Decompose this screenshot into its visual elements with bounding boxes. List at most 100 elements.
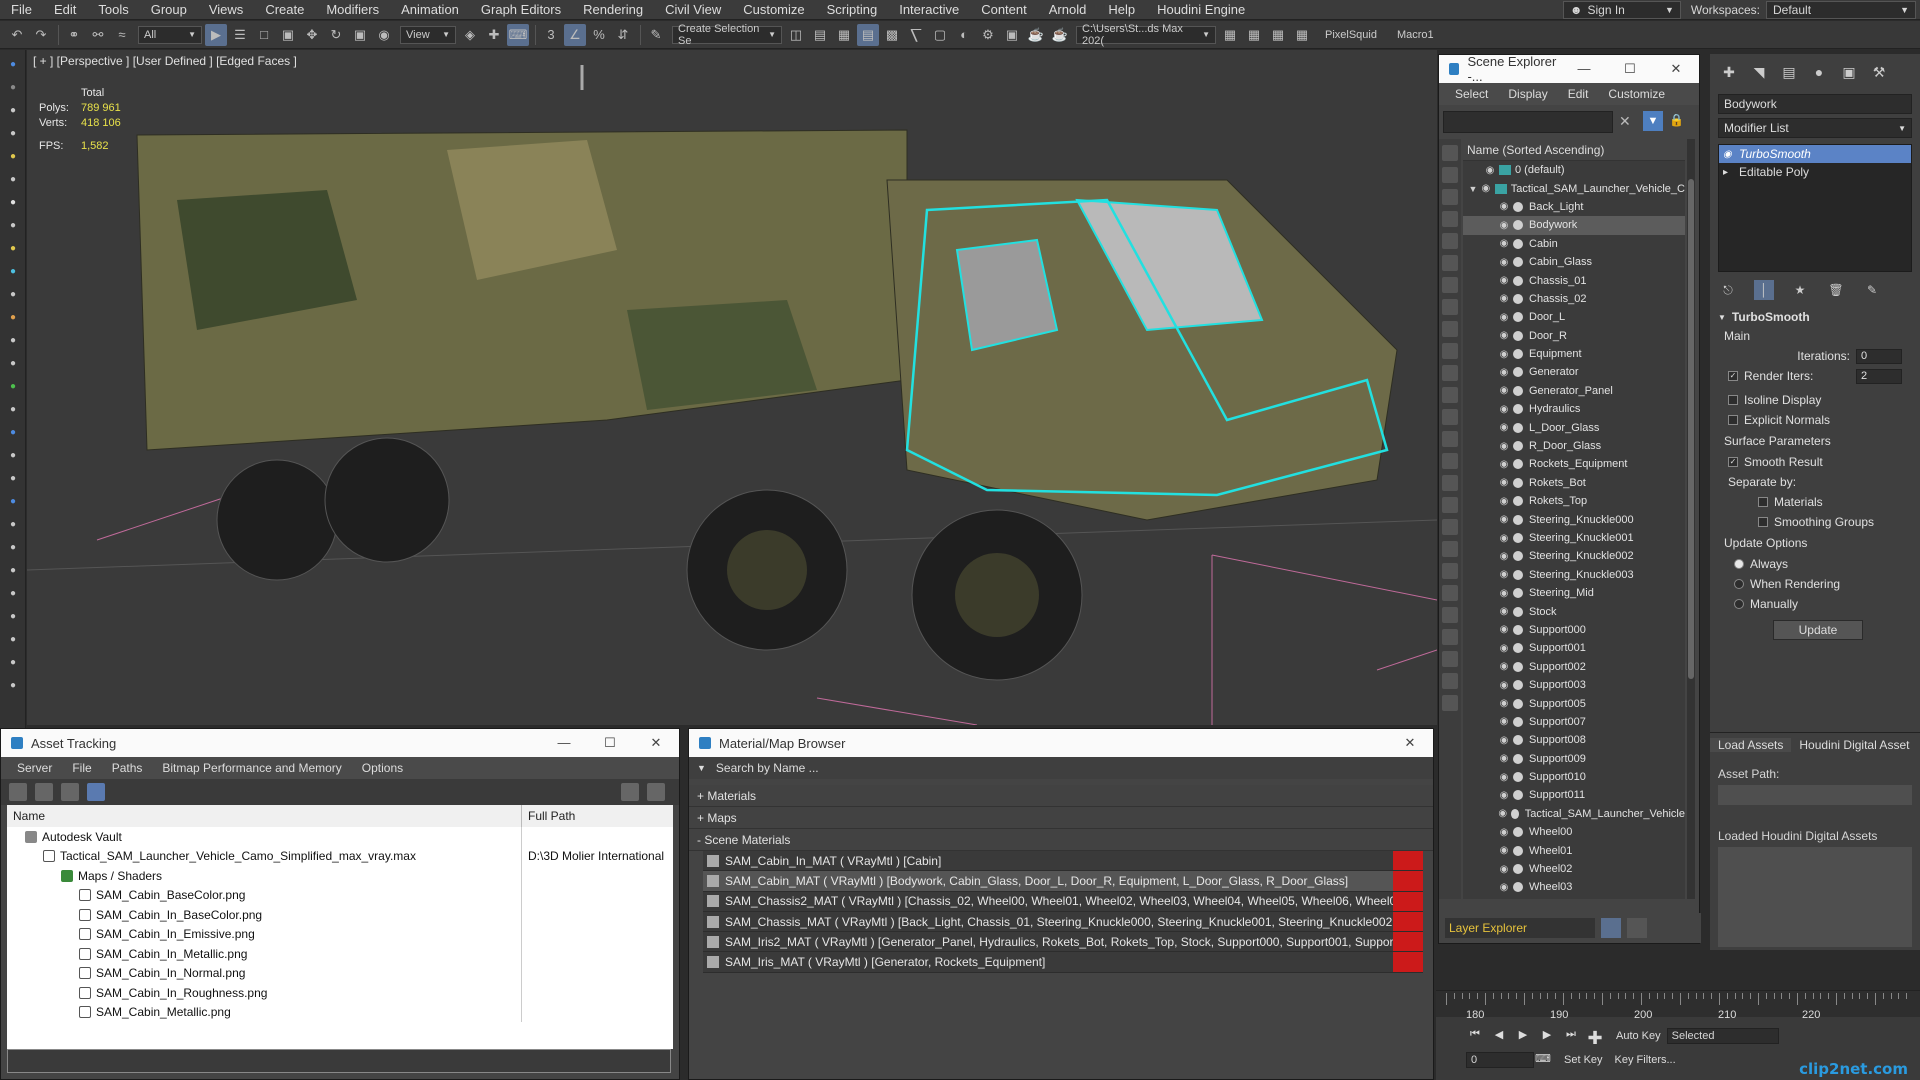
material-search-input[interactable]: ▼ Search by Name ... <box>689 757 1433 779</box>
explorer-tool-icon[interactable] <box>1442 695 1458 711</box>
menu-item-houdini-engine[interactable]: Houdini Engine <box>1146 0 1256 20</box>
se-menu-select[interactable]: Select <box>1445 87 1498 101</box>
eye-icon[interactable]: ◉ <box>1497 312 1511 323</box>
box-icon[interactable]: ● <box>4 285 22 303</box>
explorer-tool-icon[interactable] <box>1442 629 1458 645</box>
window-crossing-icon[interactable]: ▣ <box>277 24 299 46</box>
menu-item-arnold[interactable]: Arnold <box>1038 0 1098 20</box>
scene-tree-scrollbar[interactable] <box>1687 139 1695 899</box>
explorer-tool-icon[interactable] <box>1442 409 1458 425</box>
goto-start-icon[interactable]: ⏮ <box>1466 1028 1484 1044</box>
materials-checkbox[interactable] <box>1758 497 1768 507</box>
cylinder-icon[interactable]: ● <box>4 331 22 349</box>
explorer-tool-icon[interactable] <box>1442 431 1458 447</box>
tree-item[interactable]: ◉ Back_Light <box>1463 198 1685 216</box>
tree-item[interactable]: ◉ Stock <box>1463 602 1685 620</box>
eye-icon[interactable]: ◉ <box>1497 643 1511 654</box>
eye-icon[interactable]: ◉ <box>1497 404 1511 415</box>
percent-snap-icon[interactable]: % <box>588 24 610 46</box>
workspace-dropdown[interactable]: Default ▼ <box>1766 1 1916 19</box>
manually-radio[interactable] <box>1734 599 1744 609</box>
render-setup-icon[interactable]: ⚙ <box>977 24 999 46</box>
display-tab-icon[interactable]: ▣ <box>1838 61 1860 83</box>
stack-item-turbosmooth[interactable]: ◉ TurboSmooth <box>1719 145 1911 163</box>
cloth-icon[interactable]: ● <box>4 630 22 648</box>
tree-item[interactable]: ◉ Chassis_02 <box>1463 290 1685 308</box>
at-menu-file[interactable]: File <box>62 761 101 775</box>
tree-item[interactable]: ◉Wheel04 <box>1463 897 1685 899</box>
current-frame-field[interactable]: 0 <box>1466 1052 1534 1068</box>
trash-icon[interactable]: 🗑 <box>1826 280 1846 300</box>
explorer-tool-icon[interactable] <box>1442 277 1458 293</box>
undo-icon[interactable]: ↶ <box>6 24 28 46</box>
folder-icon[interactable]: ▦ <box>1219 24 1241 46</box>
name-column-header[interactable]: Name <box>7 805 522 827</box>
bind-icon[interactable]: ≈ <box>111 24 133 46</box>
tree-item[interactable]: ◉ Support008 <box>1463 731 1685 749</box>
menu-item-content[interactable]: Content <box>970 0 1038 20</box>
material-editor-icon[interactable]: ◐ <box>953 24 975 46</box>
tab-load-assets[interactable]: Load Assets <box>1710 738 1792 752</box>
pixelsquid-tab[interactable]: PixelSquid <box>1325 29 1377 41</box>
menu-item-modifiers[interactable]: Modifiers <box>315 0 390 20</box>
sphere-icon[interactable]: ● <box>4 308 22 326</box>
tree-item[interactable]: ◉ Generator <box>1463 363 1685 381</box>
explorer-tool-icon[interactable] <box>1442 651 1458 667</box>
tree-item[interactable]: ◉ Wheel03 <box>1463 878 1685 896</box>
helper-icon[interactable]: ● <box>4 239 22 257</box>
table-row[interactable]: SAM_Cabin_Metallic.png <box>7 1002 673 1022</box>
scene-materials-section[interactable]: - Scene Materials <box>689 829 1433 851</box>
set-key-button[interactable]: Set Key <box>1564 1054 1603 1066</box>
tree-item[interactable]: ▼ ◉ Tactical_SAM_Launcher_Vehicle_C <box>1463 179 1685 197</box>
tree-item[interactable]: ◉ Support011 <box>1463 786 1685 804</box>
menu-item-scripting[interactable]: Scripting <box>816 0 889 20</box>
explorer-tool-icon[interactable] <box>1442 585 1458 601</box>
table-row[interactable]: SAM_Cabin_In_Roughness.png <box>7 983 673 1003</box>
eye-icon[interactable]: ◉ <box>1497 551 1511 562</box>
plane-icon[interactable]: ● <box>4 400 22 418</box>
tree-item[interactable]: ◉ Cabin <box>1463 235 1685 253</box>
eye-icon[interactable]: ◉ <box>1497 367 1511 378</box>
list-item[interactable]: SAM_Chassis_MAT ( VRayMtl ) [Back_Light,… <box>703 911 1423 933</box>
scrollbar-thumb[interactable] <box>1688 179 1694 679</box>
goto-end-icon[interactable]: ⏭ <box>1562 1028 1580 1044</box>
loaded-assets-list[interactable] <box>1718 847 1912 947</box>
prev-frame-icon[interactable]: ◀ <box>1490 1028 1508 1044</box>
explorer-tool-icon[interactable] <box>1442 233 1458 249</box>
selection-filter-dropdown[interactable]: All ▼ <box>138 25 202 44</box>
move-icon[interactable]: ✥ <box>301 24 323 46</box>
tree-item[interactable]: ◉ Chassis_01 <box>1463 271 1685 289</box>
render-iterative-icon[interactable]: ☕ <box>1049 24 1071 46</box>
modify-icon[interactable]: ● <box>4 78 22 96</box>
tree-item[interactable]: ◉ Cabin_Glass <box>1463 253 1685 271</box>
hair-icon[interactable]: ● <box>4 653 22 671</box>
tree-item[interactable]: ◉ Steering_Knuckle002 <box>1463 547 1685 565</box>
create-tab-icon[interactable]: ✚ <box>1718 61 1740 83</box>
tree-item[interactable]: ◉ Rokets_Top <box>1463 492 1685 510</box>
reference-coord-dropdown[interactable]: View ▼ <box>400 25 456 44</box>
snap-icon[interactable]: 3 <box>540 24 562 46</box>
spacewarp-icon[interactable]: ● <box>4 538 22 556</box>
pin-icon[interactable]: ⎋ <box>1718 280 1738 300</box>
explicit-normals-checkbox[interactable] <box>1728 415 1738 425</box>
help-icon[interactable] <box>621 783 639 801</box>
tree-item[interactable]: ◉ L_Door_Glass <box>1463 418 1685 436</box>
eye-icon[interactable]: ◉ <box>1497 698 1511 709</box>
hierarchy-tab-icon[interactable]: ▤ <box>1778 61 1800 83</box>
list-item[interactable]: SAM_Iris_MAT ( VRayMtl ) [Generator, Roc… <box>703 952 1423 973</box>
eye-icon[interactable]: ◉ <box>1497 275 1511 286</box>
eye-icon[interactable]: ◉ <box>1497 808 1509 819</box>
explorer-tool-icon[interactable] <box>1442 387 1458 403</box>
material-browser-titlebar[interactable]: Material/Map Browser ✕ <box>689 729 1433 757</box>
tree-item[interactable]: ◉ Door_R <box>1463 327 1685 345</box>
tree-item[interactable]: ◉ Wheel00 <box>1463 823 1685 841</box>
explorer-tool-icon[interactable] <box>1442 607 1458 623</box>
tree-item[interactable]: ◉ Support009 <box>1463 750 1685 768</box>
menu-item-tools[interactable]: Tools <box>87 0 139 20</box>
tree-item[interactable]: ◉ Support003 <box>1463 676 1685 694</box>
modify-tab-icon[interactable]: ◥ <box>1748 61 1770 83</box>
eye-icon[interactable]: ◉ <box>1497 441 1511 452</box>
table-row[interactable]: Tactical_SAM_Launcher_Vehicle_Camo_Simpl… <box>7 846 673 866</box>
eye-icon[interactable]: ◉ <box>1497 716 1511 727</box>
particle-icon[interactable]: ● <box>4 515 22 533</box>
